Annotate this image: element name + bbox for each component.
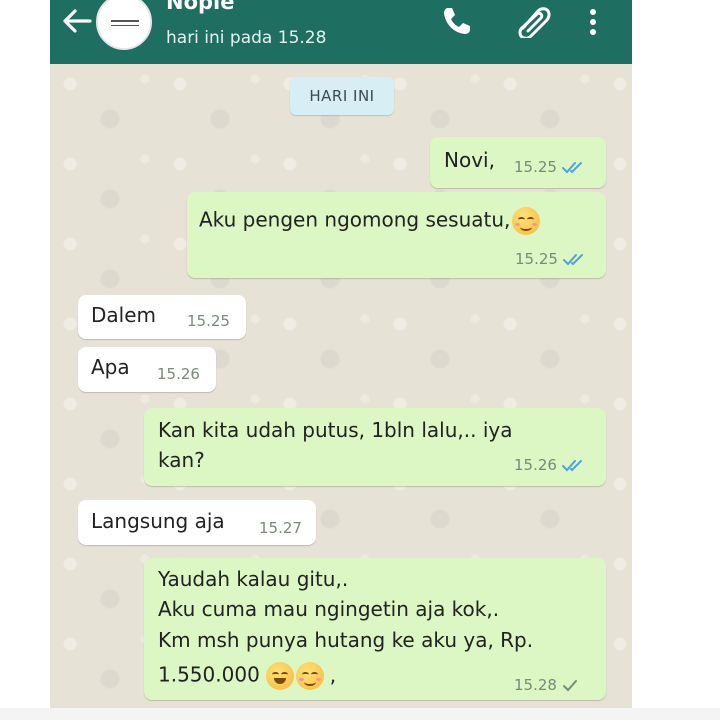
message-time: 15.28: [514, 676, 557, 694]
message-meta: 15.25: [514, 158, 586, 176]
left-margin: [0, 0, 50, 720]
chat-area[interactable]: HARI INI Novi, 15.25 Aku pengen ngomong …: [50, 64, 632, 708]
smiling-face-icon: [512, 207, 541, 235]
last-seen-status: hari ini pada 15.28: [166, 28, 327, 48]
date-chip: HARI INI: [290, 77, 394, 115]
message-outgoing[interactable]: Kan kita udah putus, 1bln lalu,.. iya ka…: [144, 408, 606, 486]
contact-name[interactable]: Nopie: [166, 0, 234, 14]
avatar-logo-line: [111, 25, 139, 26]
message-text: Apa: [91, 355, 130, 379]
message-text: Aku pengen ngomong sesuatu,: [199, 207, 541, 235]
chat-header: Nopie hari ini pada 15.28: [50, 0, 632, 64]
message-text: Novi,: [444, 148, 495, 172]
message-outgoing[interactable]: Yaudah kalau gitu,. Aku cuma mau nginget…: [144, 558, 606, 700]
message-time: 15.27: [259, 519, 302, 537]
message-incoming[interactable]: Dalem 15.25: [78, 295, 246, 339]
message-time: 15.25: [514, 158, 557, 176]
message-text-line: Aku pengen ngomong sesuatu,: [199, 207, 511, 232]
message-text: Langsung aja: [91, 509, 225, 533]
smiling-face-icon: [295, 662, 324, 690]
grinning-face-icon: [265, 662, 294, 690]
bottom-edge: [0, 708, 720, 720]
back-arrow-icon[interactable]: [60, 6, 94, 36]
message-text-line: 1.550.000,: [158, 662, 336, 690]
message-outgoing[interactable]: Aku pengen ngomong sesuatu, 15.25: [187, 192, 606, 278]
message-incoming[interactable]: Langsung aja 15.27: [78, 500, 316, 545]
message-meta: 15.26: [514, 456, 586, 474]
message-time: 15.26: [157, 365, 200, 383]
double-check-icon: [562, 253, 583, 265]
more-options-icon[interactable]: [583, 6, 603, 38]
message-meta: 15.28: [514, 676, 578, 694]
avatar-logo-line: [111, 20, 139, 22]
message-time: 15.25: [515, 250, 558, 268]
message-incoming[interactable]: Apa 15.26: [78, 347, 216, 392]
message-text: Dalem: [91, 303, 156, 327]
amount-text: 1.550.000: [158, 662, 260, 687]
double-check-icon: [561, 459, 582, 471]
double-check-icon: [561, 161, 582, 173]
message-text-line: Aku cuma mau ngingetin aja kok,.: [158, 597, 500, 621]
phone-call-icon[interactable]: [440, 4, 474, 38]
message-time: 15.26: [514, 456, 557, 474]
message-time: 15.25: [187, 312, 230, 330]
trailing-text: ,: [329, 662, 337, 687]
paperclip-icon[interactable]: [513, 2, 553, 38]
single-check-icon: [562, 679, 577, 691]
message-outgoing[interactable]: Novi, 15.25: [430, 137, 606, 188]
avatar[interactable]: [96, 0, 152, 50]
message-text-line: Yaudah kalau gitu,.: [158, 567, 349, 591]
right-margin: [632, 0, 720, 720]
message-meta: 15.25: [515, 250, 587, 268]
message-text-line: Kan kita udah putus, 1bln lalu,.. iya: [158, 418, 513, 442]
message-text-line: Km msh punya hutang ke aku ya, Rp.: [158, 628, 534, 652]
message-text-line: kan?: [158, 448, 205, 472]
